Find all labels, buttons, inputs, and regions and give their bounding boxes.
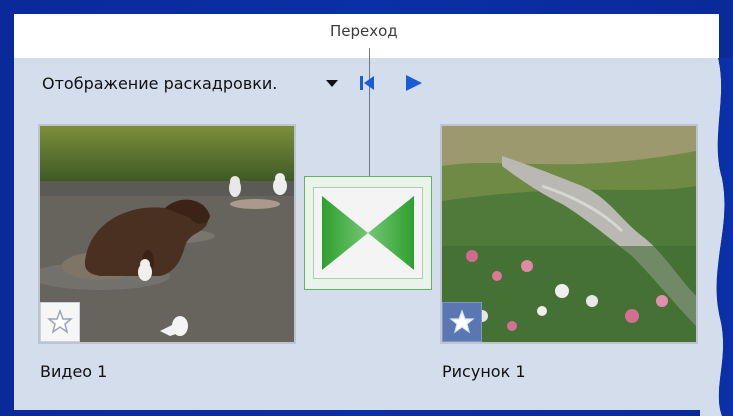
- clip-tile-picture-1[interactable]: [440, 124, 698, 344]
- callout-line: [369, 48, 370, 178]
- star-icon[interactable]: [442, 302, 482, 342]
- chevron-down-icon[interactable]: [326, 80, 338, 87]
- torn-edge: [700, 58, 733, 416]
- transition-tile[interactable]: [304, 176, 432, 290]
- transition-callout-label: Переход: [330, 22, 398, 40]
- bowtie-transition-icon: [313, 187, 423, 279]
- play-icon[interactable]: [402, 72, 424, 94]
- clip-caption: Видео 1: [40, 362, 108, 381]
- skip-to-start-icon[interactable]: [356, 72, 378, 94]
- star-icon[interactable]: [40, 302, 80, 342]
- clip-caption: Рисунок 1: [442, 362, 526, 381]
- clip-tile-video-1[interactable]: [38, 124, 296, 344]
- storyboard-view-dropdown[interactable]: Отображение раскадровки.: [42, 74, 277, 93]
